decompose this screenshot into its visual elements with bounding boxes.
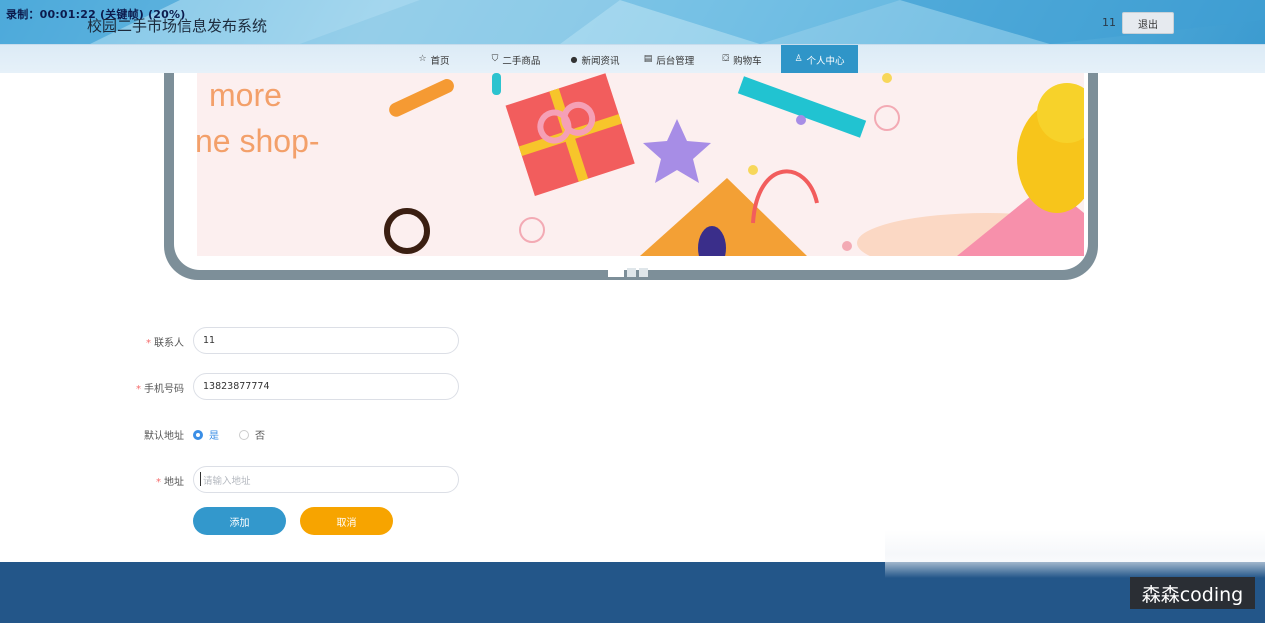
bag-icon: ⛉	[491, 54, 499, 64]
radio-circle	[239, 429, 249, 440]
user-icon: ♙	[794, 54, 803, 64]
add-button[interactable]: 添加	[193, 507, 286, 535]
cart-icon: ⛋	[722, 54, 730, 64]
nav-item-personal-center[interactable]: ♙ 个人中心	[781, 45, 858, 74]
radio-circle-checked	[193, 429, 203, 440]
required-mark: *	[156, 477, 161, 488]
address-label: * 地址	[156, 473, 184, 488]
top-header: 录制：00:01:22 (关键帧) (20%) 校园二手市场信息发布系统 11 …	[0, 0, 1265, 44]
carousel-indicator-active[interactable]	[608, 268, 624, 277]
banner-illustration	[384, 73, 1084, 256]
nav-item-news[interactable]: ● 新闻资讯	[560, 45, 630, 74]
banner-frame-inner: more ne shop-	[174, 73, 1088, 270]
contact-label: * 联系人	[146, 334, 184, 349]
nav-item-label: 新闻资讯	[581, 55, 620, 67]
banner-carousel[interactable]: more ne shop-	[164, 73, 1098, 280]
info-icon: ●	[570, 54, 578, 64]
phone-label-text: 手机号码	[144, 384, 184, 395]
default-address-label: 默认地址	[144, 431, 184, 442]
nav-item-label: 购物车	[733, 55, 762, 67]
nav-item-cart[interactable]: ⛋ 购物车	[712, 45, 772, 74]
carousel-indicator[interactable]	[627, 268, 636, 277]
site-title: 校园二手市场信息发布系统	[87, 18, 268, 35]
radio-yes-label: 是	[209, 431, 219, 442]
current-user-name: 11	[1102, 16, 1116, 29]
contact-label-text: 联系人	[154, 338, 184, 349]
phone-input[interactable]: 13823877774	[193, 373, 459, 400]
banner-text-line2: ne shop-	[197, 123, 320, 159]
nav-item-label: 个人中心	[806, 55, 845, 67]
nav-item-admin[interactable]: ▤ 后台管理	[634, 45, 704, 74]
blurred-overlay	[885, 498, 1265, 578]
form-row-default-address: 默认地址 是 否	[0, 420, 600, 448]
form-row-contact: * 联系人 11	[0, 327, 600, 355]
watermark: 森森coding	[1130, 577, 1255, 609]
address-input[interactable]: 请输入地址	[193, 466, 459, 493]
radio-no-label: 否	[255, 431, 265, 442]
radio-default-no[interactable]: 否	[239, 427, 265, 442]
calendar-icon: ▤	[643, 54, 653, 64]
nav-item-secondhand-goods[interactable]: ⛉ 二手商品	[479, 45, 553, 74]
form-row-address: * 地址 请输入地址	[0, 466, 600, 494]
required-mark: *	[146, 338, 151, 349]
contact-input[interactable]: 11	[193, 327, 459, 354]
nav-item-label: 二手商品	[502, 55, 541, 67]
nav-item-label: 后台管理	[656, 55, 695, 67]
form-row-phone: * 手机号码 13823877774	[0, 373, 600, 401]
required-mark: *	[136, 384, 141, 395]
radio-default-yes[interactable]: 是	[193, 427, 219, 442]
text-cursor	[200, 472, 201, 486]
banner-text-line1: more	[209, 77, 282, 113]
cancel-button[interactable]: 取消	[300, 507, 393, 535]
main-nav: ☆ 首页 ⛉ 二手商品 ● 新闻资讯 ▤ 后台管理 ⛋ 购物车 ♙ 个人中心	[0, 44, 1265, 74]
phone-label: * 手机号码	[136, 380, 184, 395]
banner-image: more ne shop-	[197, 73, 1084, 256]
star-icon: ☆	[418, 54, 427, 64]
carousel-indicator[interactable]	[639, 268, 648, 277]
nav-item-home[interactable]: ☆ 首页	[405, 45, 463, 74]
logout-button[interactable]: 退出	[1122, 12, 1174, 34]
carousel-indicators	[608, 268, 648, 277]
address-label-text: 地址	[164, 477, 184, 488]
default-address-radio-group: 是 否	[193, 427, 265, 442]
nav-item-label: 首页	[430, 55, 450, 67]
